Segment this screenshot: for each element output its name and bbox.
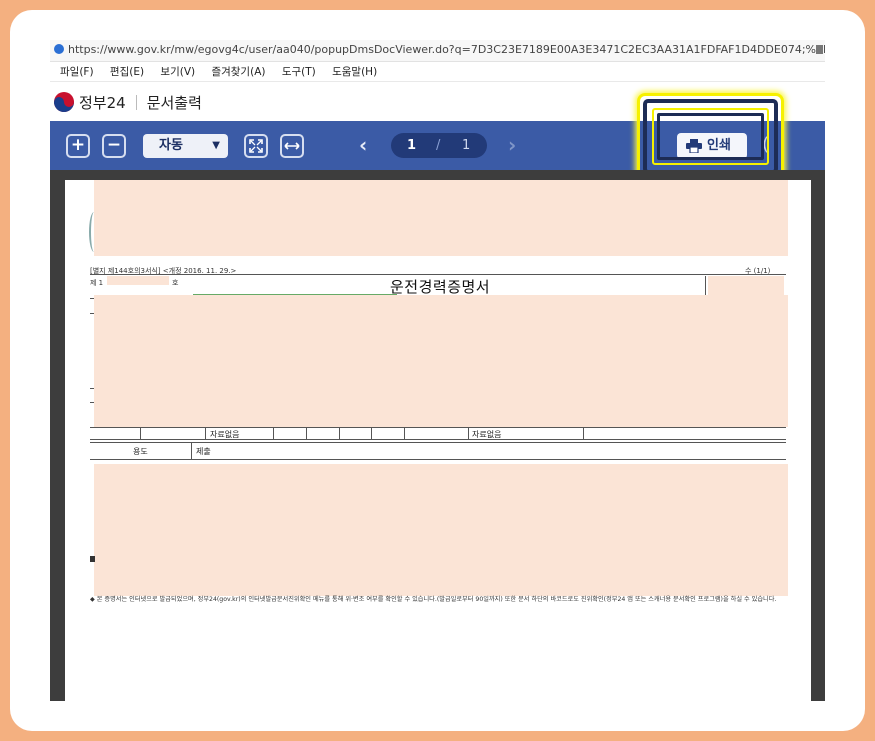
fit-page-icon <box>249 139 263 153</box>
barcode-fragment <box>90 556 95 562</box>
doc-number-suffix: 호 <box>172 279 179 287</box>
rule-line <box>705 276 706 296</box>
zoom-value: 자동 <box>159 138 183 153</box>
browser-window: https://www.gov.kr/mw/egovg4c/user/aa040… <box>50 40 825 701</box>
rule-line <box>90 459 786 460</box>
rule-line <box>90 274 786 275</box>
redacted-side <box>708 276 784 296</box>
rule-line <box>90 439 786 440</box>
browser-icon <box>54 44 64 54</box>
rule-line <box>583 427 584 439</box>
address-bar[interactable]: https://www.gov.kr/mw/egovg4c/user/aa040… <box>50 40 825 62</box>
menu-favorites[interactable]: 즐겨찾기(A) <box>211 66 265 78</box>
rule-line <box>90 427 786 428</box>
purpose-value: 제출 <box>196 447 211 456</box>
url-text[interactable]: https://www.gov.kr/mw/egovg4c/user/aa040… <box>68 43 825 56</box>
print-highlight <box>637 93 784 180</box>
zoom-select[interactable]: 자동 ▼ <box>143 134 228 158</box>
rule-line <box>468 427 469 439</box>
document-viewer[interactable]: [별지 제144호의3서식] <개정 2016. 11. 29.> 수 (1/1… <box>50 170 825 701</box>
document-title: 운전경력증명서 <box>390 278 491 296</box>
redacted-body-1 <box>94 295 788 427</box>
rule-line <box>339 427 340 439</box>
brand-name: 정부24 <box>79 93 126 112</box>
redacted-body-2 <box>94 464 788 596</box>
rule-line <box>404 427 405 439</box>
current-page[interactable]: 1 <box>407 133 416 158</box>
fit-page-button[interactable] <box>244 134 268 158</box>
document-page: [별지 제144호의3서식] <개정 2016. 11. 29.> 수 (1/1… <box>65 180 811 701</box>
doc-number-prefix: 제 1 <box>90 279 104 287</box>
rule-line <box>273 427 274 439</box>
redacted-number <box>107 276 169 285</box>
menu-help[interactable]: 도움말(H) <box>332 66 377 78</box>
minus-icon: − <box>106 135 122 155</box>
menu-tools[interactable]: 도구(T) <box>282 66 316 78</box>
gov-logo-icon <box>54 92 74 112</box>
verification-footnote: ◆ 본 증명서는 인터넷으로 발급되었으며, 정부24(gov.kr)의 인터넷… <box>90 596 777 603</box>
menu-view[interactable]: 보기(V) <box>160 66 195 78</box>
zoom-in-button[interactable]: + <box>66 134 90 158</box>
redacted-header <box>94 180 788 256</box>
rule-line <box>371 427 372 439</box>
total-pages: 1 <box>462 138 471 153</box>
tab-icon[interactable] <box>816 45 823 54</box>
menu-edit[interactable]: 편집(E) <box>110 66 144 78</box>
rule-line <box>90 442 786 443</box>
rule-line <box>140 427 141 439</box>
plus-icon: + <box>70 135 86 155</box>
fit-width-icon <box>284 142 300 150</box>
rule-line <box>191 442 192 459</box>
menu-bar: 파일(F) 편집(E) 보기(V) 즐겨찾기(A) 도구(T) 도움말(H) <box>50 62 825 82</box>
rule-line <box>205 427 206 439</box>
next-page-icon[interactable]: › <box>508 132 516 158</box>
purpose-label: 용도 <box>133 447 148 456</box>
zoom-out-button[interactable]: − <box>102 134 126 158</box>
fit-width-button[interactable] <box>280 134 304 158</box>
chevron-down-icon: ▼ <box>212 140 220 151</box>
page-indicator[interactable]: 1 / 1 <box>391 133 487 158</box>
screenshot-frame: https://www.gov.kr/mw/egovg4c/user/aa040… <box>10 10 865 731</box>
page-separator: / <box>436 138 441 153</box>
rule-line <box>306 427 307 439</box>
page-title: 문서출력 <box>146 93 202 112</box>
prev-page-icon[interactable]: ‹ <box>359 132 367 158</box>
menu-file[interactable]: 파일(F) <box>60 66 94 78</box>
seal-fragment-icon <box>89 212 99 252</box>
brand-divider <box>135 94 137 110</box>
